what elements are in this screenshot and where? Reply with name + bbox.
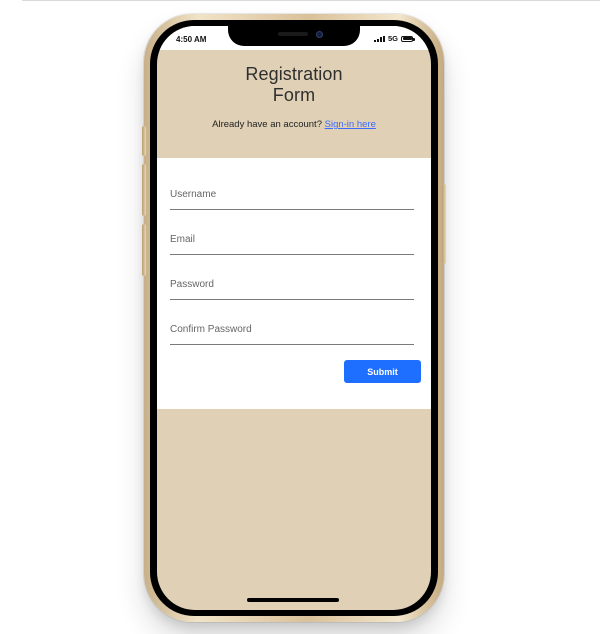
page-top-divider	[22, 0, 600, 1]
phone-screen: 4:50 AM 5G Registration Form Already hav…	[157, 26, 431, 610]
email-input[interactable]	[170, 225, 414, 255]
phone-mockup: 4:50 AM 5G Registration Form Already hav…	[142, 14, 446, 622]
front-camera-icon	[316, 31, 323, 38]
status-indicators: 5G	[373, 34, 415, 43]
phone-power-button	[442, 184, 446, 264]
submit-button[interactable]: Submit	[344, 360, 421, 383]
speaker-grille	[278, 32, 308, 36]
confirm-password-input[interactable]	[170, 315, 414, 345]
sign-in-prompt: Already have an account? Sign-in here	[157, 119, 431, 130]
home-indicator[interactable]	[247, 598, 339, 602]
status-time: 4:50 AM	[176, 35, 207, 44]
registration-header: Registration Form Already have an accoun…	[157, 50, 431, 146]
signal-bars-icon	[373, 35, 385, 42]
registration-form: Submit	[157, 158, 431, 409]
account-prompt-text: Already have an account?	[212, 119, 322, 130]
phone-volume-up-button	[142, 164, 146, 216]
phone-volume-down-button	[142, 224, 146, 276]
password-input[interactable]	[170, 270, 414, 300]
username-input[interactable]	[170, 180, 414, 210]
phone-notch	[228, 26, 360, 46]
phone-mute-switch	[142, 126, 146, 156]
page-title: Registration Form	[245, 64, 343, 105]
network-label: 5G	[387, 34, 398, 43]
battery-icon	[401, 35, 415, 42]
sign-in-link[interactable]: Sign-in here	[325, 119, 376, 130]
